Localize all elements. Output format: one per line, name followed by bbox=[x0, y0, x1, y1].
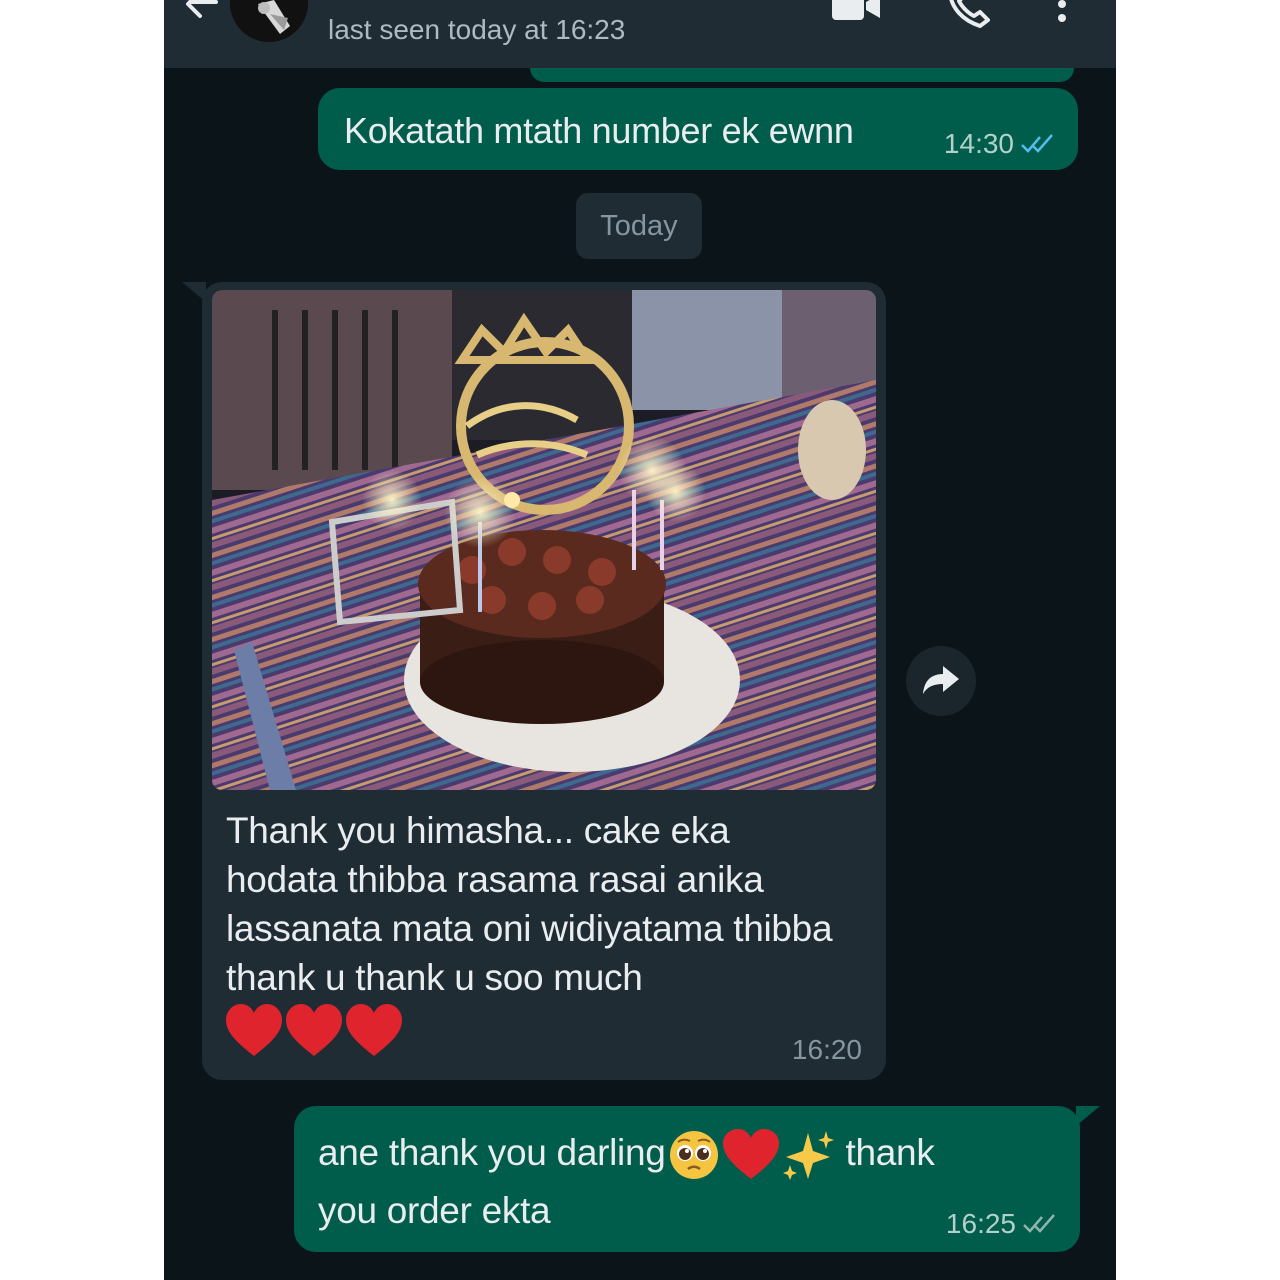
message-text: Kokatath mtath number ek ewnn bbox=[344, 110, 854, 151]
message-list[interactable]: Kokatath mtath number ek ewnn 14:30 Toda… bbox=[164, 68, 1116, 1280]
outgoing-message[interactable]: ane thank you darling thank you order ek… bbox=[294, 1106, 1100, 1252]
back-arrow-icon[interactable] bbox=[178, 0, 222, 22]
message-meta: 16:25 bbox=[946, 1208, 1058, 1240]
read-ticks-icon bbox=[1023, 1214, 1055, 1233]
last-seen-status: last seen today at 16:23 bbox=[328, 14, 626, 45]
chat-header: last seen today at 16:23 bbox=[164, 0, 1116, 68]
date-separator: Today bbox=[576, 193, 702, 259]
chat-screen: last seen today at 16:23 Kokatath mtath … bbox=[164, 0, 1116, 1280]
red-heart-emoji bbox=[722, 1129, 779, 1180]
more-vert-icon[interactable] bbox=[1052, 0, 1072, 26]
bubble-tail bbox=[182, 282, 206, 302]
message-caption: Thank you himasha... cake eka hodata thi… bbox=[226, 810, 833, 998]
sparkles-emoji bbox=[782, 1131, 834, 1181]
hearts-emoji bbox=[226, 1004, 402, 1056]
video-call-icon[interactable] bbox=[830, 0, 882, 22]
voice-call-icon[interactable] bbox=[946, 0, 994, 28]
bubble-tail bbox=[1076, 1106, 1100, 1126]
avatar[interactable] bbox=[230, 0, 308, 42]
message-text-part: ane thank you darling bbox=[318, 1132, 666, 1173]
message-photo[interactable] bbox=[212, 290, 876, 790]
outgoing-message[interactable]: Kokatath mtath number ek ewnn 14:30 bbox=[318, 88, 1078, 170]
forward-icon bbox=[923, 666, 959, 694]
message-time: 14:30 bbox=[943, 128, 1014, 159]
pleading-face-emoji bbox=[669, 1131, 718, 1180]
previous-message-bubble[interactable] bbox=[530, 68, 1074, 82]
incoming-image-message[interactable]: Thank you himasha... cake eka hodata thi… bbox=[182, 282, 886, 1080]
message-meta: 14:30 bbox=[944, 128, 1056, 160]
message-time: 16:20 bbox=[791, 1034, 862, 1065]
message-time: 16:25 bbox=[945, 1208, 1016, 1239]
message-text: ane thank you darling thank you order ek… bbox=[318, 1124, 978, 1240]
forward-button[interactable] bbox=[906, 646, 976, 716]
read-ticks-icon bbox=[1021, 134, 1053, 153]
